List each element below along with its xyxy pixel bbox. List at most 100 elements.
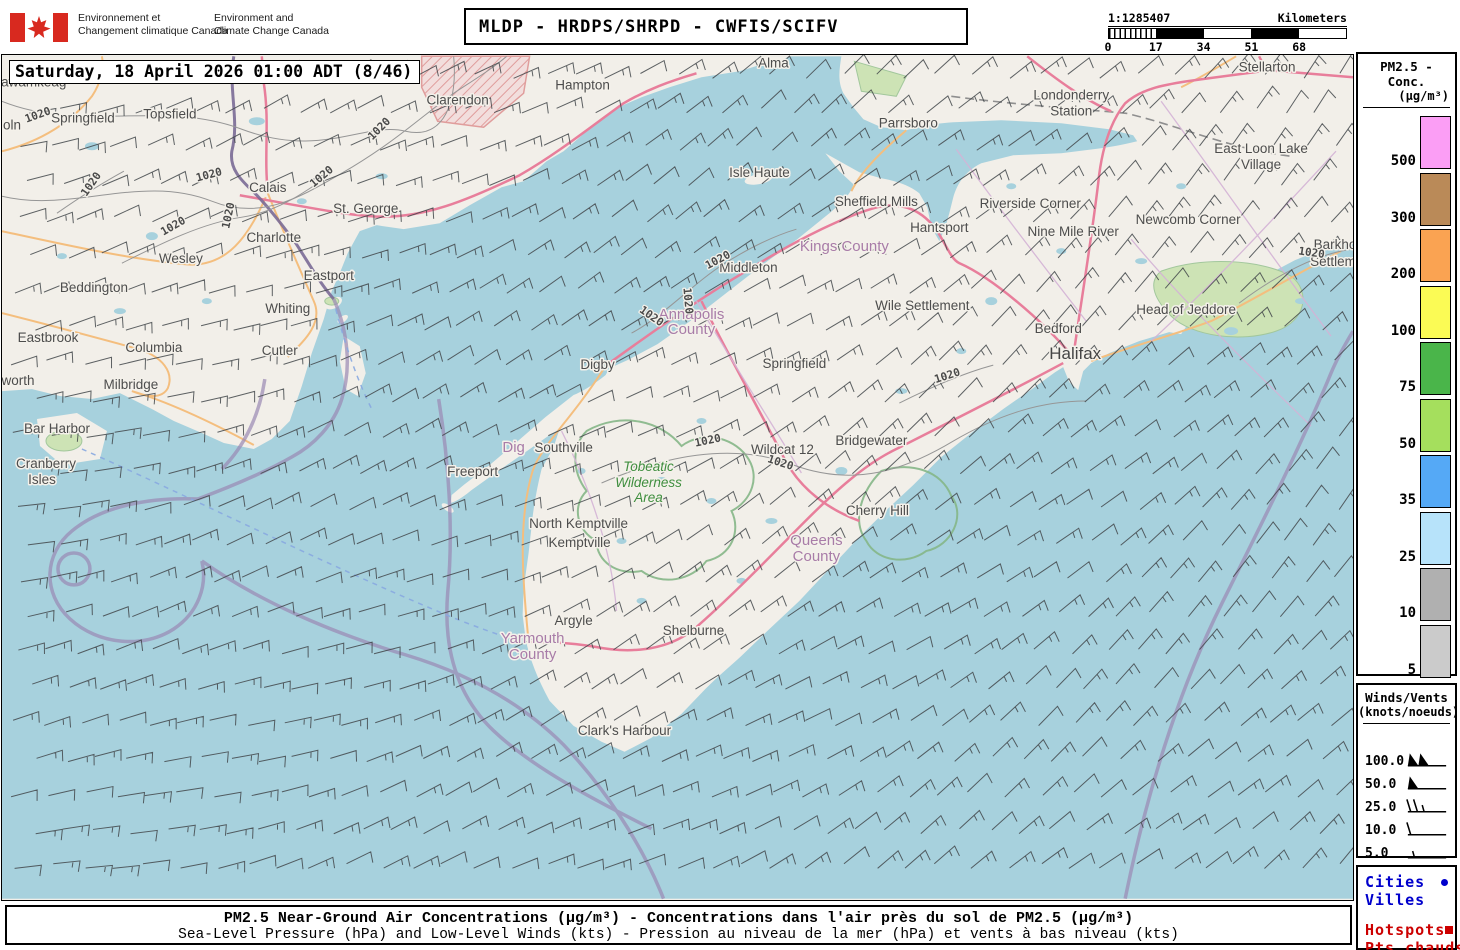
pm25-legend-entry: 300: [1358, 172, 1455, 226]
place-label: Cherry Hill: [846, 503, 909, 518]
place-label: North Kemptville: [529, 516, 628, 531]
pm25-threshold-label: 300: [1390, 209, 1416, 226]
place-label: Whiting: [265, 301, 310, 316]
wind-legend-entry: 25.0: [1358, 796, 1455, 818]
wind-barb-glyph: [1407, 776, 1447, 790]
scale-tick: 17: [1148, 40, 1163, 54]
place-label: Halifax: [1049, 344, 1101, 363]
pm25-legend-entry: 75: [1358, 342, 1455, 395]
separator: [1363, 723, 1450, 724]
caption-box: PM2.5 Near-Ground Air Concentrations (µg…: [5, 905, 1352, 945]
pm25-color-swatch: [1420, 511, 1451, 565]
wind-barb-glyph: [1407, 753, 1447, 767]
place-label: Newcomb Corner: [1136, 212, 1241, 227]
place-label: Yarmouth: [501, 630, 565, 647]
place-label: Hampton: [555, 77, 610, 92]
place-label: Bridgewater: [835, 433, 907, 448]
wind-barb-glyph: [1406, 799, 1447, 813]
base-map: ttawamkeagSpringfieldTopsfieldolnClarend…: [2, 55, 1353, 900]
pm25-threshold-label: 35: [1399, 492, 1416, 508]
pm25-legend: PM2.5 - Conc. (µg/m³) 500 300 200 100 75 50 35…: [1356, 52, 1457, 678]
place-label: Wesley: [159, 251, 203, 266]
canada-flag-icon: [10, 13, 68, 42]
place-label: Dig: [502, 439, 524, 456]
timestamp: Saturday, 18 April 2026 01:00 ADT (8/46): [15, 62, 413, 81]
hotspots-label-en: Hotspots: [1365, 921, 1446, 939]
pm25-color-swatch: [1420, 398, 1451, 452]
place-label: Parrsboro: [879, 115, 938, 130]
map-canvas: ttawamkeagSpringfieldTopsfieldolnClarend…: [1, 54, 1354, 901]
pm25-legend-entry: 25: [1358, 511, 1455, 565]
separator: [1363, 107, 1450, 108]
place-label: Bedford: [1035, 321, 1082, 336]
place-label: County: [793, 548, 841, 565]
place-label: Alma: [758, 55, 789, 70]
place-label: Argyle: [554, 613, 592, 628]
place-label: Wildcat 12: [751, 442, 814, 457]
place-label: Stellarton: [1239, 59, 1296, 74]
place-label: Kings County: [800, 238, 890, 255]
place-label: Station: [1050, 103, 1092, 118]
pm25-threshold-label: 5: [1407, 661, 1416, 678]
place-label: Southville: [534, 440, 592, 455]
pm25-threshold-label: 75: [1399, 379, 1416, 395]
place-label: Wile Settlement: [875, 298, 970, 313]
winds-legend: Winds/Vents (knots/noeuds) 100.0 50.0 25.0…: [1356, 683, 1460, 861]
cities-label-fr: Villes: [1365, 891, 1426, 909]
pm25-legend-entry: 500: [1358, 116, 1455, 169]
wind-legend-entry: 5.0: [1358, 842, 1455, 864]
winds-legend-units: (knots/noeuds): [1358, 705, 1460, 719]
caption-line2: Sea-Level Pressure (hPa) and Low-Level W…: [178, 927, 1179, 943]
wind-speed-label: 10.0: [1365, 822, 1397, 838]
isobar-label: 1020: [680, 287, 695, 314]
place-label: Riverside Corner: [980, 196, 1082, 211]
place-label: County: [509, 646, 557, 663]
wind-barb-glyph: [1406, 822, 1447, 836]
place-label: Tobeatic: [623, 459, 674, 474]
place-label: Middleton: [719, 260, 777, 275]
logo-text-french: Environnement et Changement climatique Ca…: [78, 12, 229, 37]
wind-legend-entry: 10.0: [1358, 819, 1455, 841]
scale-bar: 1:1285407 Kilometers 0 17 34 51 68: [1105, 11, 1347, 54]
hotspot-marker-icon: [1445, 926, 1454, 934]
place-label: Topsfield: [143, 106, 196, 121]
hotspots-label-fr: Pts chauds: [1365, 939, 1460, 950]
place-label: Bar Harbor: [24, 421, 90, 436]
pm25-threshold-label: 500: [1390, 153, 1416, 169]
place-label: St. George: [333, 201, 398, 216]
place-label: oln: [3, 117, 21, 132]
pm25-threshold-label: 50: [1399, 435, 1416, 452]
place-label: County: [668, 321, 716, 338]
wind-speed-label: 50.0: [1365, 776, 1397, 792]
wind-legend-entry: 100.0: [1358, 750, 1455, 772]
place-label: Kemptville: [548, 535, 610, 550]
pm25-threshold-label: 100: [1390, 322, 1416, 339]
place-label: worth: [2, 373, 34, 388]
pm25-threshold-label: 25: [1399, 548, 1416, 565]
place-label: Freeport: [447, 464, 498, 479]
place-label: Isle Haute: [729, 165, 790, 180]
place-label: Cutler: [262, 343, 298, 358]
pm25-color-swatch: [1420, 116, 1451, 169]
wind-barb-glyph: [1407, 850, 1447, 859]
pm25-legend-entry: 50: [1358, 398, 1455, 452]
pm25-legend-entry: 200: [1358, 229, 1455, 282]
place-label: Milbridge: [104, 377, 159, 392]
place-label: Isles: [28, 472, 56, 487]
place-label: Queens: [790, 532, 842, 549]
place-label: Shelburne: [663, 623, 724, 638]
pm25-legend-entry: 10: [1358, 568, 1455, 621]
pm25-color-swatch: [1420, 568, 1451, 621]
pm25-legend-entry: 35: [1358, 455, 1455, 508]
place-label: Clark's Harbour: [578, 723, 672, 738]
map-title: MLDP - HRDPS/SHRPD - CWFIS/SCIFV: [479, 16, 839, 37]
place-label: Area: [633, 490, 663, 505]
pm25-color-swatch: [1420, 285, 1451, 339]
place-label: Springfield: [763, 356, 827, 371]
timestamp-box: Saturday, 18 April 2026 01:00 ADT (8/46): [9, 60, 421, 84]
pm25-color-swatch: [1420, 172, 1451, 226]
place-label: Wilderness: [615, 475, 682, 490]
pm25-legend-entry: 100: [1358, 285, 1455, 339]
pm25-color-swatch: [1420, 455, 1451, 508]
place-label: Calais: [249, 180, 287, 195]
